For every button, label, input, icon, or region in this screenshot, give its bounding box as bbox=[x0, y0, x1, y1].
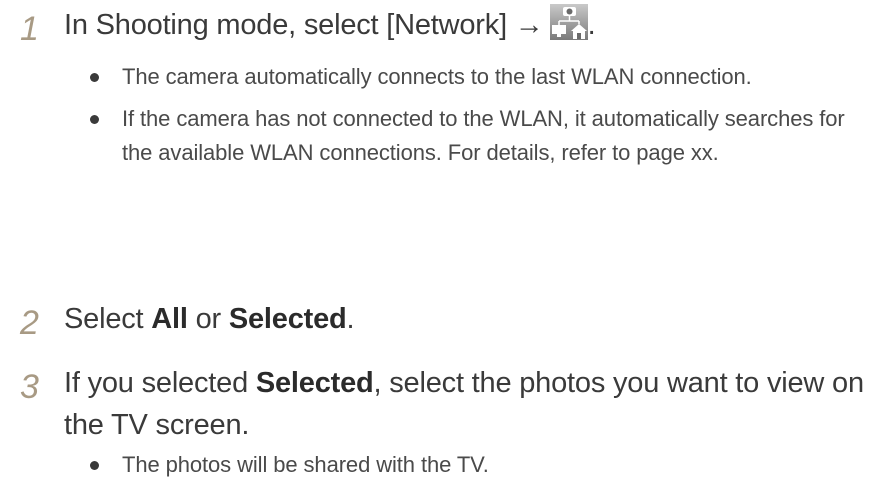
bullet-list: The camera automatically connects to the… bbox=[90, 60, 870, 170]
step-text-end: . bbox=[346, 303, 355, 335]
step-number: 3 bbox=[20, 368, 39, 406]
step-text: In Shooting mode, select [Network] → bbox=[64, 9, 544, 41]
option-selected: Selected bbox=[255, 367, 374, 399]
step-text: If you selected bbox=[64, 367, 256, 399]
list-item: If the camera has not connected to the W… bbox=[90, 102, 870, 170]
option-all: All bbox=[151, 303, 188, 335]
step-instruction: Select All or Selected. bbox=[64, 298, 355, 340]
bullet-text: If the camera has not connected to the W… bbox=[122, 106, 845, 165]
bullet-icon bbox=[90, 461, 99, 470]
step-instruction: If you selected Selected, select the pho… bbox=[64, 362, 864, 446]
list-item: The camera automatically connects to the… bbox=[90, 60, 870, 94]
bullet-list: The photos will be shared with the TV. bbox=[90, 448, 870, 482]
step-text: Select bbox=[64, 303, 152, 335]
list-item: The photos will be shared with the TV. bbox=[90, 448, 870, 482]
step-text: or bbox=[187, 303, 229, 335]
bullet-text: The photos will be shared with the TV. bbox=[122, 452, 489, 477]
bullet-icon bbox=[90, 73, 99, 82]
step-instruction: In Shooting mode, select [Network] → . bbox=[64, 4, 596, 46]
step-text-end: . bbox=[587, 9, 596, 41]
option-selected: Selected bbox=[228, 303, 347, 335]
step-number: 2 bbox=[20, 304, 39, 342]
step-number: 1 bbox=[20, 10, 39, 48]
network-camera-home-icon bbox=[549, 4, 588, 40]
bullet-icon bbox=[90, 115, 99, 124]
bullet-text: The camera automatically connects to the… bbox=[122, 64, 752, 89]
